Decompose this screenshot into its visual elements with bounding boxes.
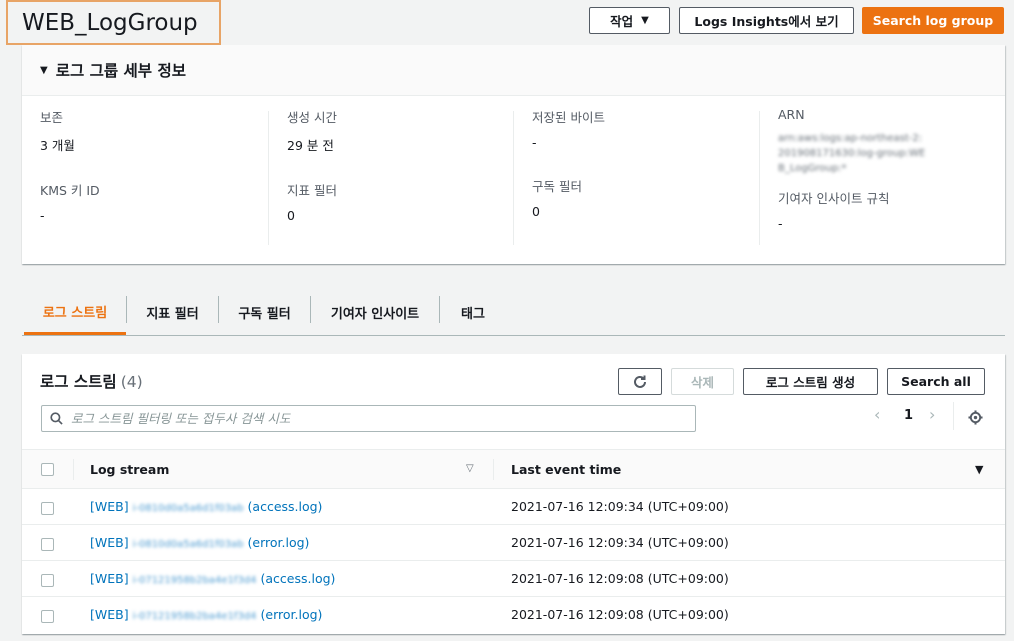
details-column-2: 생성 시간 29 분 전 지표 필터 0: [269, 107, 514, 247]
search-input[interactable]: [69, 410, 695, 427]
search-log-group-label: Search log group: [872, 13, 994, 28]
log-group-details-panel: ▼ 로그 그룹 세부 정보 보존 3 개월 KMS 키 ID - 생성 시간 2…: [22, 45, 1005, 264]
search-icon: [50, 412, 63, 425]
insights-label: Logs Insights에서 보기: [694, 14, 839, 29]
caret-down-icon: ▼: [641, 15, 649, 26]
search-all-button[interactable]: Search all: [887, 368, 985, 395]
page-number[interactable]: 1: [904, 408, 913, 423]
kms-label: KMS 키 ID: [40, 183, 100, 198]
tab-subscription-filters[interactable]: 구독 필터: [219, 290, 310, 335]
last-event-time: 2021-07-16 12:09:08 (UTC+09:00): [511, 571, 729, 586]
create-log-stream-button[interactable]: 로그 스트림 생성: [743, 368, 878, 395]
details-title: 로그 그룹 세부 정보: [55, 62, 186, 80]
sort-desc-icon[interactable]: ▼: [975, 463, 983, 476]
tab-bar: 로그 스트림 지표 필터 구독 필터 기여자 인사이트 태그: [22, 290, 1005, 336]
stream-suffix: (access.log): [260, 571, 336, 586]
contributor-insights-label: 기여자 인사이트 규칙: [778, 191, 890, 206]
stream-instance-id: i-0810d0a5a6d1f03ab: [132, 539, 244, 550]
caret-down-icon[interactable]: ▼: [40, 65, 48, 76]
arn-value: arn:aws:logs:ap-northeast-2:201908171630…: [778, 133, 926, 174]
created-label: 생성 시간: [287, 110, 337, 125]
details-header[interactable]: ▼ 로그 그룹 세부 정보: [22, 45, 1005, 96]
create-log-stream-label: 로그 스트림 생성: [765, 375, 856, 390]
tab-tags[interactable]: 태그: [440, 290, 506, 335]
kms-value: -: [40, 208, 45, 223]
refresh-icon: [634, 375, 646, 388]
delete-button[interactable]: 삭제: [671, 368, 734, 395]
tab-metric-filters[interactable]: 지표 필터: [127, 290, 218, 335]
log-stream-link[interactable]: [WEB] i-0810d0a5a6d1f03ab (error.log): [90, 535, 309, 550]
details-column-4: ARN arn:aws:logs:ap-northeast-2:20190817…: [760, 107, 1005, 247]
log-stream-link[interactable]: [WEB] i-07121958b2ba4e1f3d4 (access.log): [90, 571, 335, 586]
delete-label: 삭제: [690, 375, 714, 390]
row-checkbox[interactable]: [41, 574, 54, 587]
log-streams-title-text: 로그 스트림: [40, 373, 117, 391]
table-header: Log stream ▽ Last event time ▼: [22, 449, 1005, 489]
last-event-time: 2021-07-16 12:09:08 (UTC+09:00): [511, 607, 729, 622]
log-stream-link[interactable]: [WEB] i-07121958b2ba4e1f3d4 (error.log): [90, 607, 322, 622]
created-value: 29 분 전: [287, 138, 334, 153]
log-stream-search[interactable]: [41, 405, 696, 432]
last-event-time: 2021-07-16 12:09:34 (UTC+09:00): [511, 499, 729, 514]
column-last-event-time[interactable]: Last event time: [511, 462, 621, 477]
arn-label: ARN: [778, 107, 805, 122]
column-divider: [493, 459, 494, 480]
chevron-left-icon[interactable]: ‹: [874, 405, 880, 424]
stream-instance-id: i-0810d0a5a6d1f03ab: [132, 503, 244, 514]
details-column-3: 저장된 바이트 - 구독 필터 0: [514, 107, 759, 247]
row-checkbox[interactable]: [41, 610, 54, 623]
metric-filter-value: 0: [287, 208, 295, 223]
log-streams-panel: 로그 스트림(4) 삭제 로그 스트림 생성 Search all ‹ 1 ›: [22, 354, 1005, 634]
gear-icon[interactable]: [968, 410, 983, 425]
search-log-group-button[interactable]: Search log group: [862, 7, 1004, 34]
stream-prefix: [WEB]: [90, 571, 129, 586]
search-all-label: Search all: [901, 374, 971, 389]
stream-prefix: [WEB]: [90, 535, 129, 550]
table-row[interactable]: [WEB] i-07121958b2ba4e1f3d4 (access.log)…: [22, 561, 1005, 597]
log-streams-count: (4): [120, 373, 143, 391]
retention-value: 3 개월: [40, 138, 75, 153]
row-checkbox[interactable]: [41, 538, 54, 551]
stream-suffix: (error.log): [260, 607, 323, 622]
log-stream-link[interactable]: [WEB] i-0810d0a5a6d1f03ab (access.log): [90, 499, 322, 514]
retention-label: 보존: [40, 110, 64, 125]
stored-bytes-value: -: [532, 135, 537, 150]
view-in-insights-button[interactable]: Logs Insights에서 보기: [679, 7, 854, 34]
contributor-insights-value: -: [778, 216, 783, 231]
stored-bytes-label: 저장된 바이트: [532, 110, 605, 125]
row-checkbox[interactable]: [41, 502, 54, 515]
tab-log-streams[interactable]: 로그 스트림: [24, 290, 126, 335]
last-event-time: 2021-07-16 12:09:34 (UTC+09:00): [511, 535, 729, 550]
actions-label: 작업: [610, 14, 634, 29]
stream-instance-id: i-07121958b2ba4e1f3d4: [132, 611, 257, 622]
column-divider: [73, 459, 74, 480]
page-title: WEB_LogGroup: [6, 0, 221, 45]
stream-instance-id: i-07121958b2ba4e1f3d4: [132, 575, 257, 586]
table-row[interactable]: [WEB] i-07121958b2ba4e1f3d4 (error.log) …: [22, 597, 1005, 633]
select-all-checkbox[interactable]: [41, 463, 54, 476]
refresh-button[interactable]: [618, 368, 662, 395]
subscription-filter-label: 구독 필터: [532, 179, 582, 194]
log-streams-title: 로그 스트림 (4): [40, 370, 143, 392]
subscription-filter-value: 0: [532, 204, 540, 219]
table-row[interactable]: [WEB] i-0810d0a5a6d1f03ab (error.log) 20…: [22, 525, 1005, 561]
sort-icon[interactable]: ▽: [466, 463, 474, 474]
table-row[interactable]: [WEB] i-0810d0a5a6d1f03ab (access.log) 2…: [22, 489, 1005, 525]
details-column-1: 보존 3 개월 KMS 키 ID -: [22, 107, 267, 247]
metric-filter-label: 지표 필터: [287, 183, 337, 198]
stream-suffix: (access.log): [247, 499, 323, 514]
chevron-right-icon[interactable]: ›: [929, 405, 935, 424]
tab-contributor-insights[interactable]: 기여자 인사이트: [311, 290, 439, 335]
page-title-text: WEB_LogGroup: [22, 9, 198, 36]
pager-divider: [953, 402, 954, 430]
column-log-stream[interactable]: Log stream: [90, 462, 169, 477]
actions-dropdown-button[interactable]: 작업 ▼: [589, 7, 670, 34]
stream-suffix: (error.log): [247, 535, 310, 550]
stream-prefix: [WEB]: [90, 607, 129, 622]
stream-prefix: [WEB]: [90, 499, 129, 514]
